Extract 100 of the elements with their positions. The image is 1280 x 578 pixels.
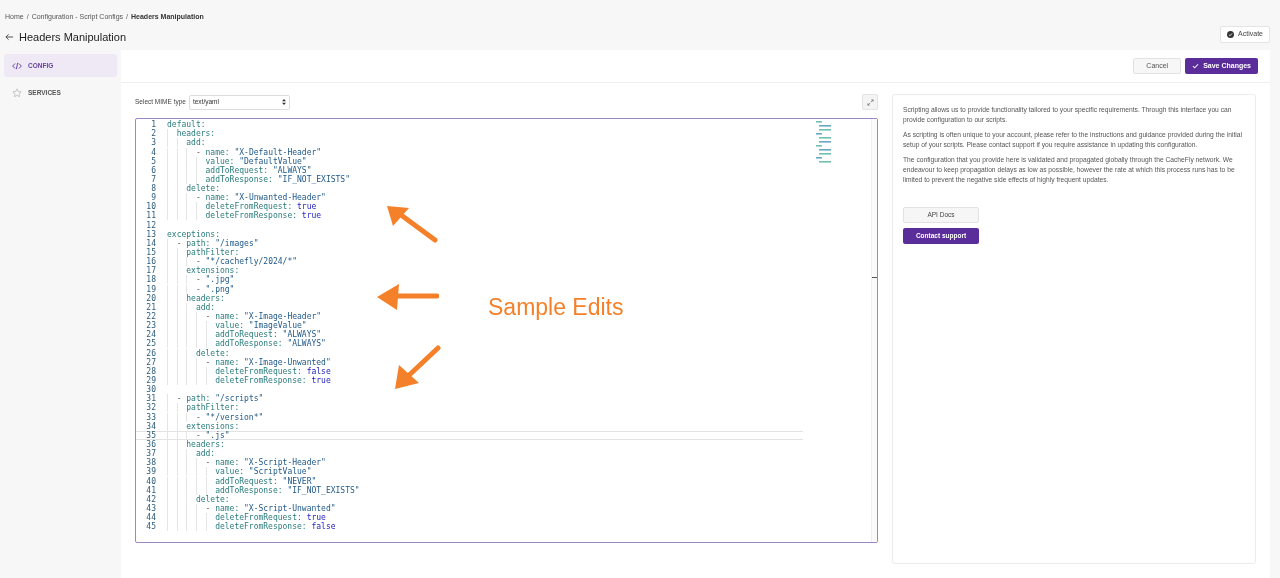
line-number: 37 (145, 449, 156, 459)
code-line: - ".png" (167, 284, 235, 294)
line-number: 33 (145, 412, 156, 422)
line-number: 45 (145, 522, 156, 532)
code-line: - "*/version*" (167, 412, 264, 422)
line-number: 39 (145, 467, 156, 477)
line-number: 31 (145, 394, 156, 404)
code-icon (12, 61, 22, 70)
code-line: - ".jpg" (167, 275, 235, 285)
code-line: pathFilter: (167, 403, 240, 413)
code-line: - name: "X-Image-Header" (167, 312, 322, 322)
code-line: headers: (167, 440, 225, 449)
code-line: exceptions: (167, 229, 220, 239)
line-number: 44 (145, 513, 156, 523)
code-line: add: (167, 449, 216, 459)
code-line: value: "DefaultValue" (167, 156, 307, 166)
code-line: add: (167, 138, 206, 148)
code-line: addToResponse: "IF_NOT_EXISTS" (167, 174, 350, 184)
line-number: 16 (145, 257, 156, 267)
expand-icon (866, 98, 874, 106)
code-line: pathFilter: (167, 248, 240, 258)
line-number: 22 (145, 312, 156, 322)
code-line: extensions: (167, 421, 240, 431)
check-circle-icon (1227, 31, 1235, 38)
line-number: 24 (145, 330, 156, 340)
line-number: 11 (145, 211, 156, 221)
code-line: delete: (167, 348, 230, 358)
code-line: extensions: (167, 266, 240, 276)
code-line: addToRequest: "ALWAYS" (167, 330, 322, 340)
back-arrow-icon[interactable] (5, 32, 14, 41)
code-line: - name: "X-Script-Unwanted" (167, 504, 336, 513)
code-line: - name: "X-Unwanted-Header" (167, 193, 326, 203)
line-number: 15 (145, 248, 156, 258)
code-line: add: (167, 302, 216, 312)
code-line: deleteFromResponse: true (167, 211, 322, 221)
code-line: deleteFromRequest: true (167, 513, 326, 523)
code-line: deleteFromResponse: false (167, 522, 336, 532)
arrow (385, 204, 441, 244)
line-number: 12 (145, 220, 156, 230)
line-number: 8 (150, 184, 156, 194)
line-number: 29 (145, 376, 156, 385)
code-line: delete: (167, 494, 230, 504)
line-number: 43 (145, 504, 156, 513)
line-number: 25 (145, 339, 156, 349)
star-icon (12, 87, 22, 98)
line-number: 19 (145, 284, 156, 294)
line-number: 17 (145, 266, 156, 276)
arrow (375, 282, 439, 312)
line-number: 10 (145, 202, 156, 212)
code-line: addToResponse: "ALWAYS" (167, 339, 326, 349)
line-number: 5 (150, 156, 156, 166)
line-number: 9 (151, 193, 156, 203)
code-line: - path: "/scripts" (167, 394, 264, 404)
line-number: 27 (145, 357, 156, 367)
code-line: - name: "X-Image-Unwanted" (167, 357, 331, 367)
line-number: 21 (145, 302, 156, 312)
line-number: 1 (150, 120, 156, 130)
code-line: value: "ScriptValue" (167, 467, 312, 477)
line-number: 32 (145, 403, 156, 413)
line-number: 35 (145, 430, 156, 440)
line-number: 14 (145, 238, 156, 248)
code-line: deleteFromResponse: true (167, 376, 331, 385)
line-number: 42 (145, 494, 156, 504)
code-line: addToRequest: "ALWAYS" (167, 165, 312, 175)
line-number: 28 (145, 366, 156, 376)
code-line: default: (167, 120, 206, 130)
code-line: delete: (167, 184, 220, 194)
code-line: - path: "/images" (167, 238, 259, 248)
line-number: 13 (145, 229, 156, 239)
code-line: - "*/cachefly/2024/*" (167, 257, 298, 267)
code-line: - ".js" (167, 430, 230, 440)
line-number: 2 (150, 129, 156, 139)
code-line: value: "ImageValue" (167, 321, 307, 331)
code-line: headers: (167, 129, 216, 139)
arrow (393, 345, 441, 391)
code-line: - name: "X-Default-Header" (167, 147, 322, 157)
line-number: 6 (150, 165, 156, 175)
scrollbar[interactable] (871, 119, 877, 542)
code-line: deleteFromRequest: false (167, 366, 331, 376)
code-line: headers: (167, 293, 225, 303)
line-number: 4 (150, 147, 156, 157)
line-number: 40 (145, 476, 156, 486)
check-icon (1192, 63, 1200, 69)
code-editor[interactable] (135, 118, 878, 543)
line-number: 34 (145, 421, 156, 431)
annotation-text: Sample Edits (488, 293, 624, 322)
line-number: 26 (145, 348, 156, 358)
code-line: - name: "X-Script-Header" (167, 458, 326, 468)
line-number: 20 (145, 293, 156, 303)
line-number: 38 (145, 458, 156, 468)
code-line: addToResponse: "IF_NOT_EXISTS" (167, 485, 360, 495)
page-title: Headers Manipulation (19, 29, 126, 45)
line-number: 36 (145, 440, 156, 449)
line-number: 7 (150, 174, 156, 184)
code-line: addToRequest: "NEVER" (167, 476, 317, 486)
code-line: deleteFromRequest: true (167, 202, 317, 212)
line-number: 30 (145, 385, 156, 395)
expand-button[interactable] (862, 94, 878, 110)
line-number: 41 (145, 485, 156, 495)
line-number: 3 (150, 138, 156, 148)
